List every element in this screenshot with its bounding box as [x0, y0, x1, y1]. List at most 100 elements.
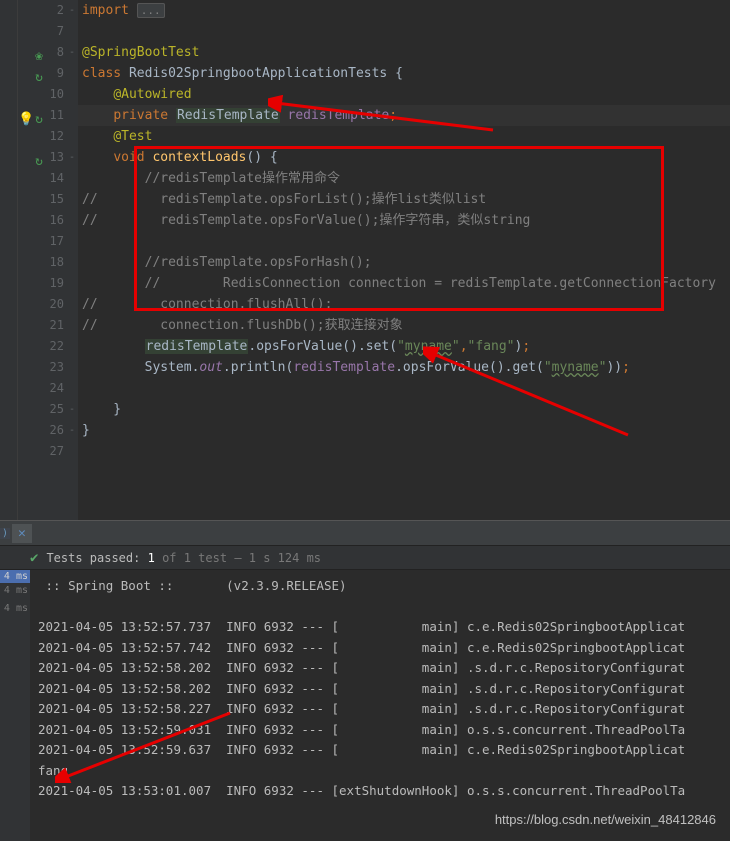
- tab-label[interactable]: ): [0, 528, 10, 539]
- code-line[interactable]: //redisTemplate.opsForHash();: [78, 252, 730, 273]
- test-passed-label: Tests passed:: [46, 551, 140, 565]
- code-line[interactable]: // connection.flushAll();: [78, 294, 730, 315]
- fold-mark: [66, 168, 78, 189]
- line-number: 16: [46, 210, 64, 231]
- gutter-row[interactable]: 12: [18, 126, 64, 147]
- line-number: 18: [46, 252, 64, 273]
- run-icon[interactable]: ↻: [29, 151, 43, 165]
- run-icon[interactable]: ↻: [29, 67, 43, 81]
- test-status-bar: ✔ Tests passed: 1 of 1 test – 1 s 124 ms: [0, 546, 730, 570]
- gutter-row[interactable]: 7: [18, 21, 64, 42]
- gutter-row[interactable]: 14: [18, 168, 64, 189]
- close-tab-icon[interactable]: ✕: [12, 524, 32, 543]
- fold-mark: [66, 294, 78, 315]
- code-line[interactable]: @Autowired: [78, 84, 730, 105]
- code-line[interactable]: }: [78, 420, 730, 441]
- console-line: :: Spring Boot :: (v2.3.9.RELEASE): [38, 576, 722, 597]
- fold-mark: [66, 189, 78, 210]
- console-line: 2021-04-05 13:52:59.031 INFO 6932 --- [ …: [38, 720, 722, 741]
- console-output[interactable]: :: Spring Boot :: (v2.3.9.RELEASE)2021-0…: [30, 570, 730, 841]
- console-line: 2021-04-05 13:52:58.202 INFO 6932 --- [ …: [38, 679, 722, 700]
- gutter-row[interactable]: 22: [18, 336, 64, 357]
- code-line[interactable]: [78, 21, 730, 42]
- line-number: 11: [46, 105, 64, 126]
- line-number: 23: [46, 357, 64, 378]
- gutter-row[interactable]: ↻9: [18, 63, 64, 84]
- line-number: 7: [46, 21, 64, 42]
- gutter-row[interactable]: 21: [18, 315, 64, 336]
- line-number: 21: [46, 315, 64, 336]
- console-line: 2021-04-05 13:52:57.737 INFO 6932 --- [ …: [38, 617, 722, 638]
- code-line[interactable]: [78, 378, 730, 399]
- line-number: 20: [46, 294, 64, 315]
- line-number: 9: [46, 63, 64, 84]
- console-panel[interactable]: 4 ms4 ms4 ms :: Spring Boot :: (v2.3.9.R…: [0, 570, 730, 841]
- timing-label: 4 ms: [0, 570, 30, 583]
- console-line: 2021-04-05 13:52:58.202 INFO 6932 --- [ …: [38, 658, 722, 679]
- code-line[interactable]: redisTemplate.opsForValue().set("myname"…: [78, 336, 730, 357]
- fold-mark: [66, 84, 78, 105]
- gutter-row[interactable]: 19: [18, 273, 64, 294]
- run-icon[interactable]: ↻: [35, 109, 43, 123]
- code-line[interactable]: void contextLoads() {: [78, 147, 730, 168]
- code-line[interactable]: class Redis02SpringbootApplicationTests …: [78, 63, 730, 84]
- code-line[interactable]: [78, 441, 730, 462]
- fold-mark: [66, 126, 78, 147]
- line-number: 12: [46, 126, 64, 147]
- run-tab-bar[interactable]: ) ✕: [0, 520, 730, 546]
- gutter-row[interactable]: 17: [18, 231, 64, 252]
- code-area[interactable]: import ... @SpringBootTestclass Redis02Sp…: [78, 0, 730, 520]
- fold-mark[interactable]: -: [66, 0, 78, 21]
- fold-mark: [66, 273, 78, 294]
- gutter-row[interactable]: 10: [18, 84, 64, 105]
- fold-mark[interactable]: -: [66, 42, 78, 63]
- console-line: 2021-04-05 13:52:59.637 INFO 6932 --- [ …: [38, 740, 722, 761]
- code-line[interactable]: // redisTemplate.opsForValue();操作字符串，类似s…: [78, 210, 730, 231]
- left-margin: [0, 0, 18, 520]
- fold-mark[interactable]: -: [66, 420, 78, 441]
- code-line[interactable]: }: [78, 399, 730, 420]
- code-line[interactable]: // RedisConnection connection = redisTem…: [78, 273, 730, 294]
- timing-label: 4 ms: [0, 603, 30, 621]
- fold-mark: [66, 336, 78, 357]
- fold-mark[interactable]: -: [66, 399, 78, 420]
- fold-column[interactable]: -----: [66, 0, 78, 520]
- line-number: 10: [46, 84, 64, 105]
- fold-mark: [66, 252, 78, 273]
- code-line[interactable]: //redisTemplate操作常用命令: [78, 168, 730, 189]
- fold-mark: [66, 105, 78, 126]
- leaf-icon[interactable]: ❀: [29, 46, 43, 60]
- code-line[interactable]: // connection.flushDb();获取连接对象: [78, 315, 730, 336]
- watermark: https://blog.csdn.net/weixin_48412846: [495, 812, 716, 827]
- gutter-row[interactable]: 27: [18, 441, 64, 462]
- fold-mark: [66, 378, 78, 399]
- gutter-row[interactable]: 25: [18, 399, 64, 420]
- gutter-row[interactable]: ↻13: [18, 147, 64, 168]
- gutter-row[interactable]: 18: [18, 252, 64, 273]
- gutter-row[interactable]: 16: [18, 210, 64, 231]
- bulb-icon[interactable]: 💡: [18, 109, 32, 123]
- gutter-row[interactable]: 2: [18, 0, 64, 21]
- fold-mark[interactable]: -: [66, 147, 78, 168]
- gutter-row[interactable]: 15: [18, 189, 64, 210]
- gutter-row[interactable]: ❀8: [18, 42, 64, 63]
- gutter-row[interactable]: 24: [18, 378, 64, 399]
- code-editor[interactable]: 27❀8↻910💡↻1112↻1314151617181920212223242…: [0, 0, 730, 520]
- fold-mark: [66, 441, 78, 462]
- code-line[interactable]: // redisTemplate.opsForList();操作list类似li…: [78, 189, 730, 210]
- gutter-row[interactable]: 26: [18, 420, 64, 441]
- code-line[interactable]: [78, 231, 730, 252]
- code-line[interactable]: @Test: [78, 126, 730, 147]
- gutter-row[interactable]: 💡↻11: [18, 105, 64, 126]
- gutter[interactable]: 27❀8↻910💡↻1112↻1314151617181920212223242…: [18, 0, 66, 520]
- code-line[interactable]: import ...: [78, 0, 730, 21]
- line-number: 19: [46, 273, 64, 294]
- line-number: 8: [46, 42, 64, 63]
- gutter-row[interactable]: 20: [18, 294, 64, 315]
- gutter-row[interactable]: 23: [18, 357, 64, 378]
- line-number: 27: [46, 441, 64, 462]
- code-line[interactable]: @SpringBootTest: [78, 42, 730, 63]
- code-line[interactable]: System.out.println(redisTemplate.opsForV…: [78, 357, 730, 378]
- console-line: 2021-04-05 13:53:01.007 INFO 6932 --- [e…: [38, 781, 722, 802]
- code-line[interactable]: private RedisTemplate redisTemplate;: [78, 105, 730, 126]
